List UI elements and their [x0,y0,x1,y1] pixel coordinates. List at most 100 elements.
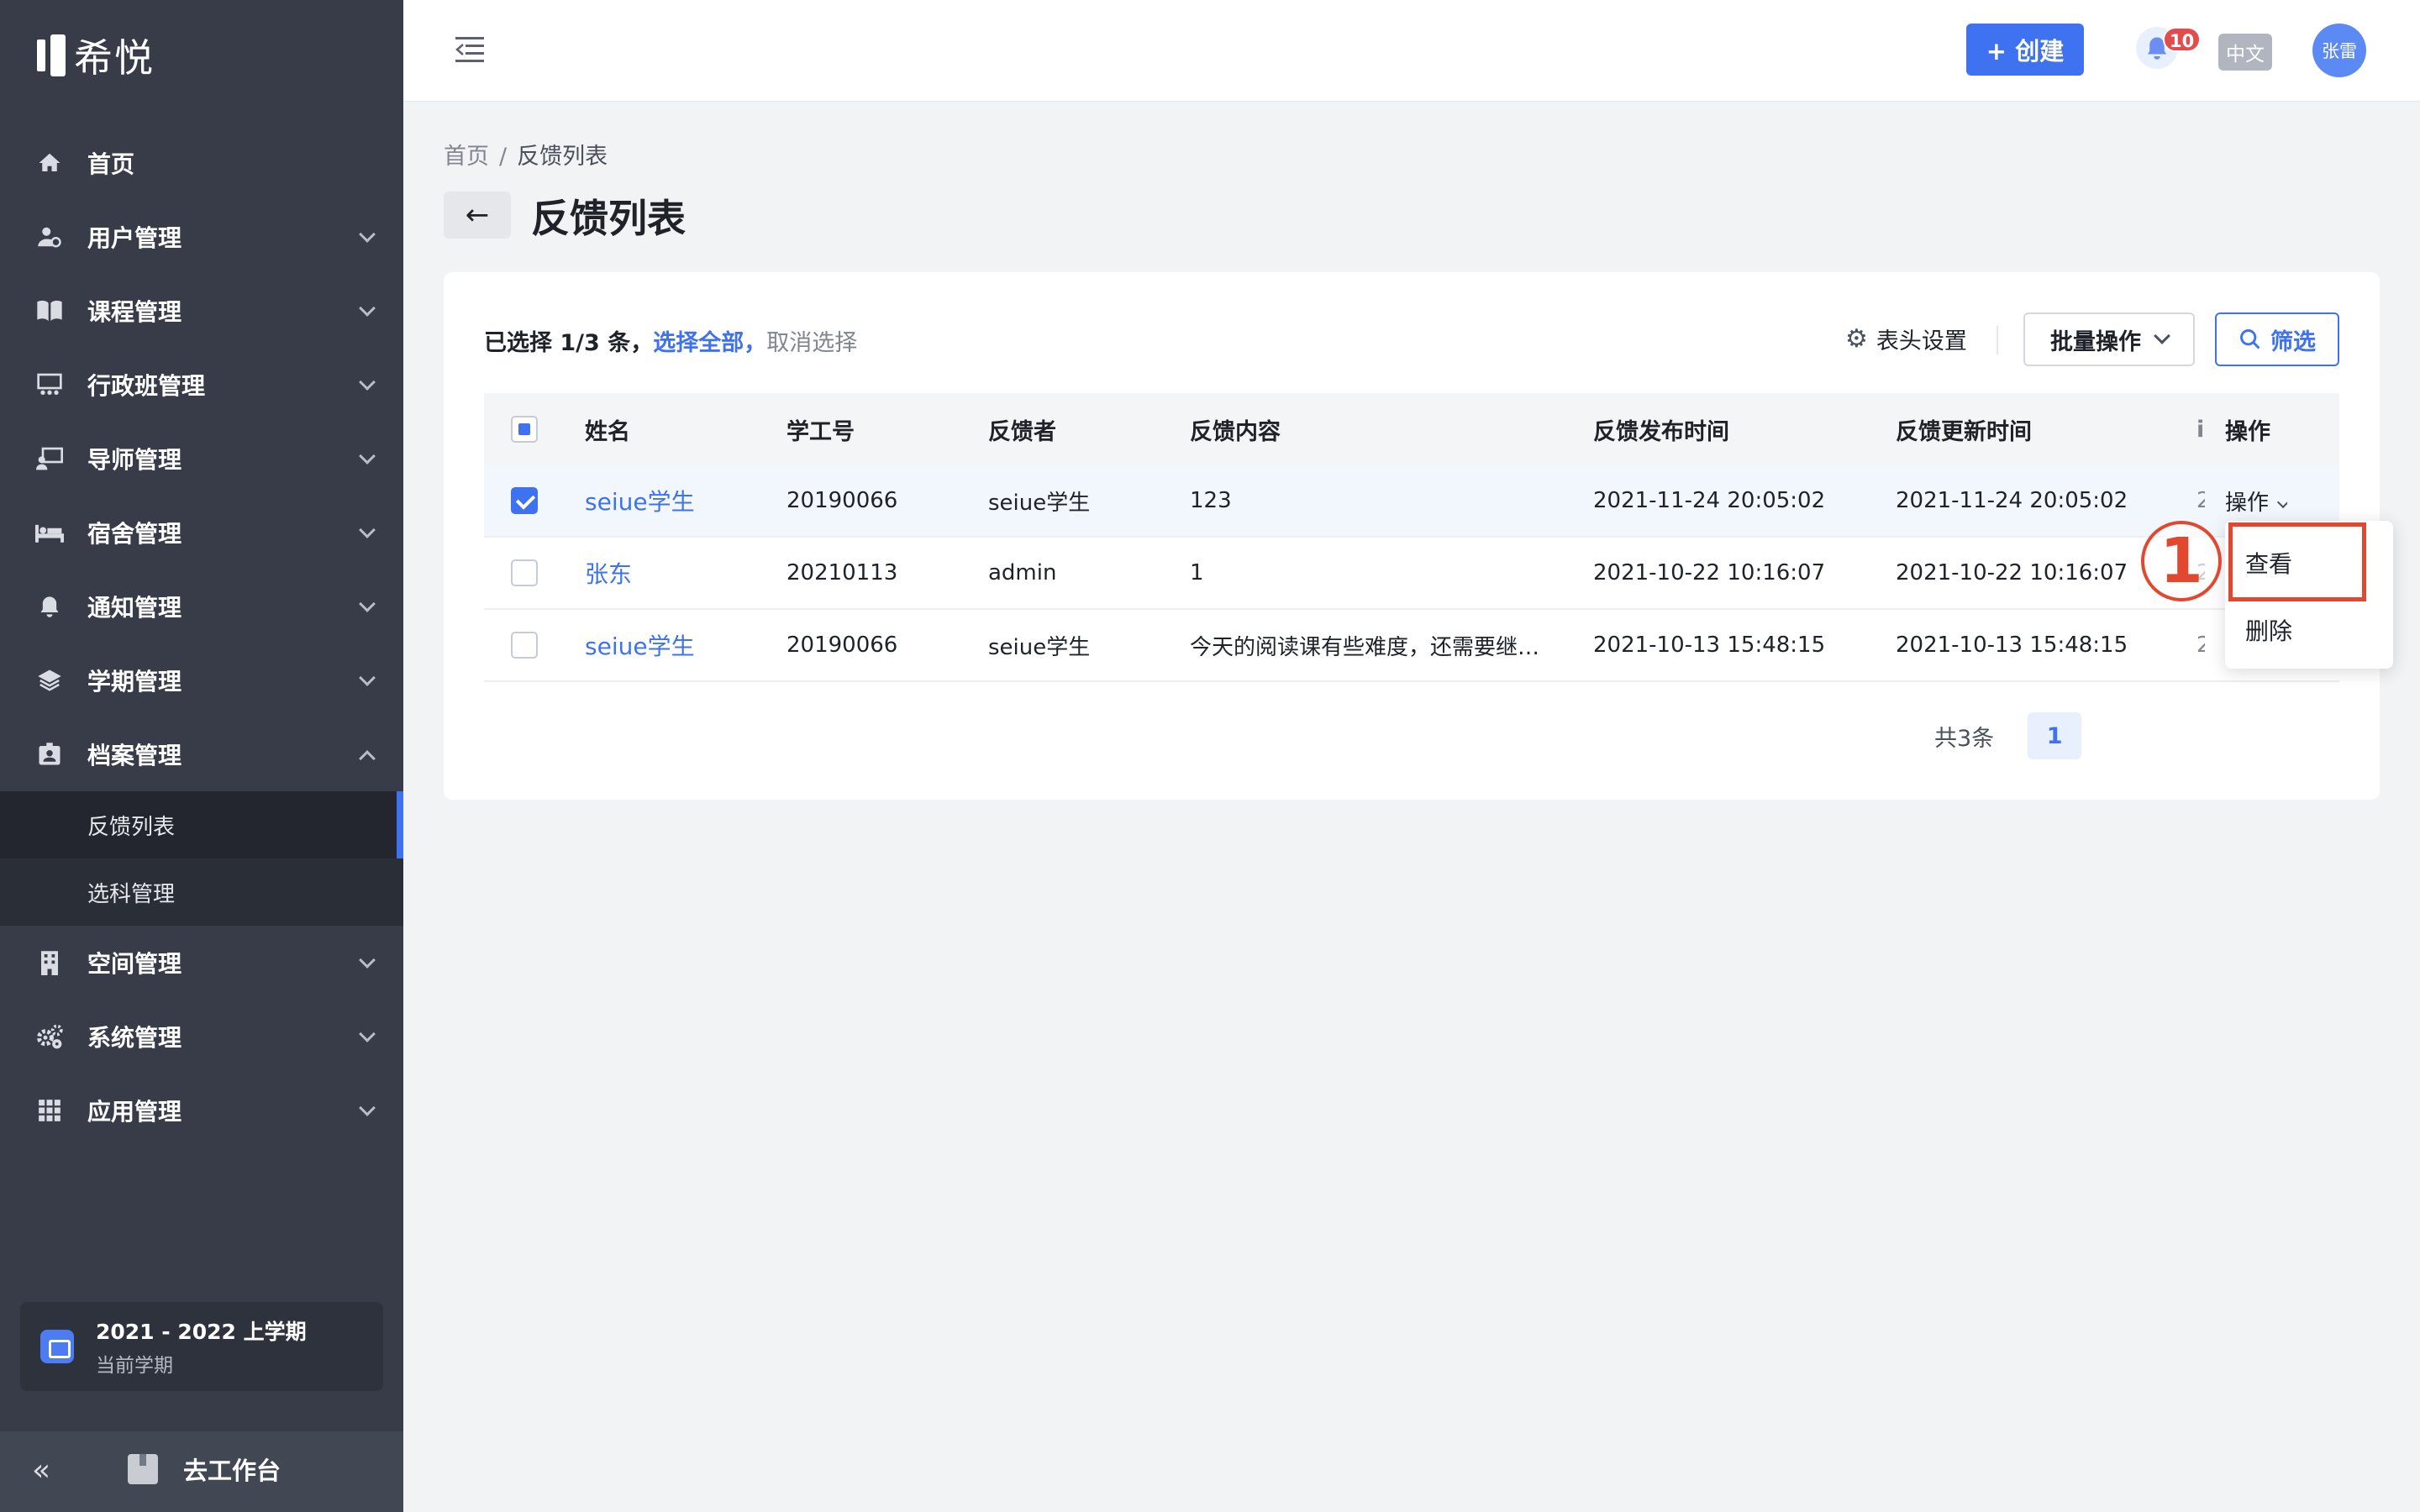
table-row[interactable]: seiue学生 20190066 seiue学生 123 2021-11-24 … [484,465,2339,538]
student-id: 20210113 [786,560,898,585]
sidebar-item-classes[interactable]: 行政班管理 [0,348,403,422]
table-row[interactable]: 张东 20210113 admin 1 2021-10-22 10:16:07 … [484,538,2339,610]
avatar[interactable]: 张雷 [2312,24,2366,77]
sidebar-item-label: 学期管理 [87,668,182,696]
sidebar-subitem-subject-selection[interactable]: 选科管理 [0,858,403,926]
sidebar-item-system[interactable]: 系统管理 [0,1000,403,1074]
batch-actions-label: 批量操作 [2050,328,2141,355]
gears-icon [35,1022,64,1051]
chevron-down-icon [359,952,376,969]
column-header-submitter[interactable]: 反馈者 [988,413,1056,446]
sidebar-item-label: 空间管理 [87,950,182,978]
sidebar-bottom-bar: « 去工作台 [0,1431,403,1512]
select-all-checkbox[interactable] [511,416,538,443]
highlight-box [2228,522,2366,601]
search-icon [2240,329,2260,349]
language-switch[interactable]: 中文 [2218,34,2272,71]
workbench-link[interactable]: 去工作台 [128,1452,281,1487]
updated-time: 2021-10-13 15:48:15 [1896,633,2128,658]
student-id: 20190066 [786,488,898,513]
sidebar-item-label: 应用管理 [87,1098,182,1126]
cancel-selection-link[interactable]: 取消选择 [766,330,857,356]
chevron-down-icon [2154,328,2170,344]
submitter: admin [988,560,1057,585]
selection-info: 已选择 1/3 条，选择全部，取消选择 [484,324,857,357]
logo[interactable]: 希悦 [37,30,155,81]
student-name-link[interactable]: seiue学生 [585,484,695,517]
term-title: 2021 - 2022 上学期 [96,1320,307,1344]
row-checkbox[interactable] [511,632,538,659]
sidebar-item-users[interactable]: 用户管理 [0,200,403,274]
chevron-down-icon [359,669,376,686]
sidebar-item-label: 档案管理 [87,742,182,769]
chevron-down-icon [359,448,376,465]
header-settings-button[interactable]: ⚙ 表头设置 [1845,323,1967,355]
term-subtitle: 当前学期 [96,1355,173,1377]
row-checkbox[interactable] [511,487,538,514]
sidebar-item-courses[interactable]: 课程管理 [0,274,403,348]
sidebar-item-spaces[interactable]: 空间管理 [0,926,403,1000]
row-actions-button[interactable]: 操作 [2225,486,2288,517]
sidebar-item-label: 通知管理 [87,594,182,622]
student-id: 20190066 [786,633,898,658]
column-header-actions: 操作 [2225,418,2270,445]
page-1-button[interactable]: 1 [2028,712,2082,759]
create-button[interactable]: + 创建 [1966,24,2084,76]
sidebar-subitem-label: 选科管理 [87,881,176,907]
truncated-cell: 2 [2196,488,2205,513]
page-title: 反馈列表 [531,196,686,241]
batch-actions-button[interactable]: 批量操作 [2023,312,2195,366]
breadcrumb-separator: / [499,144,508,170]
chevron-down-icon [359,374,376,391]
table-row[interactable]: seiue学生 20190066 seiue学生 今天的阅读课有些难度，还需要继… [484,610,2339,682]
sidebar-menu: 首页 用户管理 课程管理 行政班管理 导师管理 宿舍管理 通知管理 学期管理 档… [0,126,403,1147]
feedback-list-card: 已选择 1/3 条，选择全部，取消选择 ⚙ 表头设置 批量操作 筛选 姓名 学工… [444,272,2380,800]
sidebar-subitem-feedback-list[interactable]: 反馈列表 [0,791,403,858]
row-checkbox[interactable] [511,559,538,586]
sidebar-item-archives[interactable]: 档案管理 [0,717,403,791]
table-header: 姓名 学工号 反馈者 反馈内容 反馈发布时间 反馈更新时间 i 操作 [484,393,2339,465]
sidebar-item-label: 系统管理 [87,1024,182,1052]
current-term-card[interactable]: 2021 - 2022 上学期 当前学期 [20,1302,383,1391]
chevron-down-icon [359,522,376,538]
sidebar-item-home[interactable]: 首页 [0,126,403,200]
grid-icon [35,1096,64,1125]
sidebar-item-dorms[interactable]: 宿舍管理 [0,496,403,570]
notification-count-badge: 10 [2163,27,2202,52]
back-button[interactable]: ← [444,192,511,239]
column-header-updated[interactable]: 反馈更新时间 [1896,413,2032,446]
sidebar-item-mentors[interactable]: 导师管理 [0,422,403,496]
student-name-link[interactable]: 张东 [585,556,632,590]
sidebar-subitem-label: 反馈列表 [87,814,176,840]
sidebar-item-label: 行政班管理 [87,372,206,400]
total-count: 共3条 [1934,725,1995,752]
column-header-id[interactable]: 学工号 [786,413,855,446]
sidebar-item-notices[interactable]: 通知管理 [0,570,403,643]
sidebar-item-terms[interactable]: 学期管理 [0,643,403,717]
column-header-truncated: i [2196,416,2205,443]
column-header-name[interactable]: 姓名 [585,413,630,446]
building-icon [35,948,64,977]
notifications-button[interactable]: 10 [2136,27,2202,72]
student-name-link[interactable]: seiue学生 [585,628,695,662]
top-header: + 创建 10 中文 张雷 [403,0,2420,101]
sidebar-item-apps[interactable]: 应用管理 [0,1074,403,1147]
column-header-content[interactable]: 反馈内容 [1190,413,1560,446]
column-header-published[interactable]: 反馈发布时间 [1593,413,1729,446]
collapse-sidebar-button[interactable]: « [32,1453,50,1488]
feedback-content: 123 [1190,488,1232,513]
delete-menu-item[interactable]: 删除 [2245,613,2292,647]
gear-icon: ⚙ [1845,324,1868,354]
arrow-left-icon: ← [465,198,490,232]
select-all-link[interactable]: 选择全部， [653,330,766,356]
sidebar-item-label: 宿舍管理 [87,520,182,548]
chevron-down-icon [359,596,376,612]
header-settings-label: 表头设置 [1876,328,1967,354]
filter-button[interactable]: 筛选 [2215,312,2339,366]
chevron-down-icon [359,1100,376,1116]
classroom-icon [35,370,64,399]
workbench-label: 去工作台 [183,1457,281,1485]
breadcrumb-home[interactable]: 首页 [444,144,489,170]
menu-toggle-icon[interactable] [455,37,484,62]
layers-icon [35,666,64,695]
